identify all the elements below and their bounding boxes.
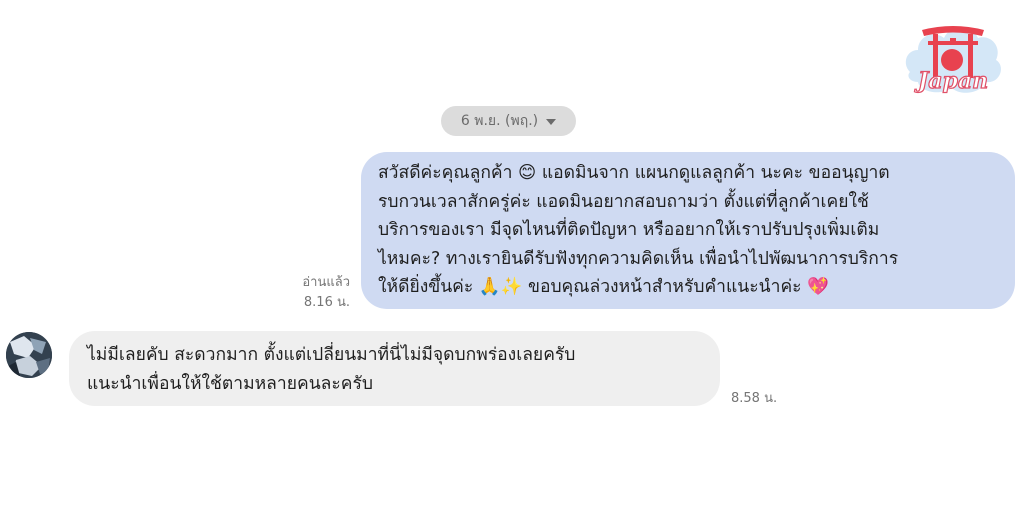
read-status: อ่านแล้ว: [302, 275, 350, 290]
message-line: บริการของเรา มีจุดไหนที่ติดปัญหา หรืออยา…: [378, 220, 880, 241]
caret-down-icon: [546, 119, 557, 125]
message-line: ไม่มีเลยคับ สะดวกมาก ตั้งแต่เปลี่ยนมาที่…: [87, 345, 576, 365]
user-avatar[interactable]: [6, 332, 52, 378]
message-time: 8.16 น.: [303, 295, 350, 310]
japan-torii-logo: Japan: [900, 14, 1006, 104]
message-line: แนะนำเพื่อนให้ใช้ตามหลายคนละครับ: [87, 373, 373, 394]
message-line: สวัสดีค่ะคุณลูกค้า 😊 แอดมินจาก แผนกดูแลล…: [378, 163, 890, 183]
message-line: ให้ดียิ่งขึ้นค่ะ 🙏✨ ขอบคุณล่วงหน้าสำหรับ…: [378, 277, 829, 298]
date-label: 6 พ.ย. (พฤ.): [460, 113, 539, 129]
message-line: รบกวนเวลาสักครู่ค่ะ แอดมินอยากสอบถามว่า …: [378, 191, 869, 212]
outgoing-message-bubble[interactable]: สวัสดีค่ะคุณลูกค้า 😊 แอดมินจาก แผนกดูแลล…: [361, 152, 1015, 309]
message-line: ไหมคะ? ทางเรายินดีรับฟังทุกความคิดเห็น เ…: [378, 248, 899, 269]
logo-text: Japan: [914, 68, 988, 94]
outgoing-message-meta: อ่านแล้ว 8.16 น.: [302, 273, 350, 313]
chat-screen: Japan 6 พ.ย. (พฤ.) สวัสดีค่ะคุณลูกค้า 😊 …: [0, 0, 1024, 512]
incoming-message-time: 8.58 น.: [731, 391, 778, 406]
date-divider[interactable]: 6 พ.ย. (พฤ.): [441, 106, 576, 136]
incoming-message-bubble[interactable]: ไม่มีเลยคับ สะดวกมาก ตั้งแต่เปลี่ยนมาที่…: [69, 331, 720, 406]
